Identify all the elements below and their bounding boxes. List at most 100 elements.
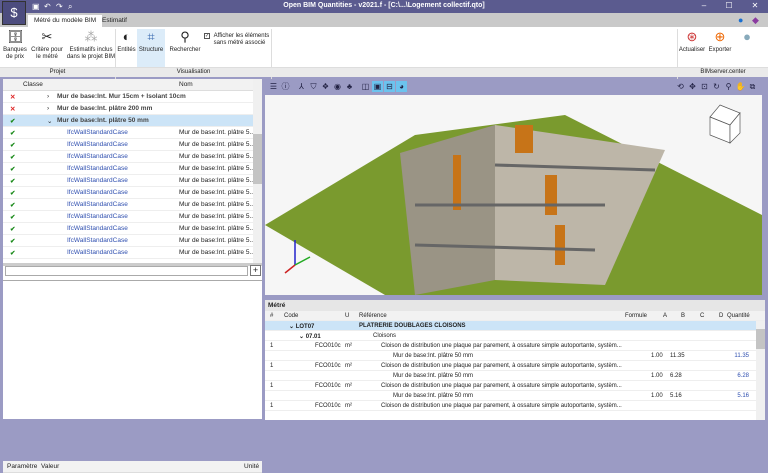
tree-element-row[interactable]: ✔ IfcWallStandardCase Mur de base:Int. plâ…	[3, 211, 262, 223]
metre-header: # Code U Référence Formule A B C D Quant…	[265, 311, 765, 321]
actualiser-button[interactable]: ⊛ Actualiser	[678, 29, 706, 54]
col-unite[interactable]: Unité	[244, 463, 259, 470]
estimatifs-inclus-button[interactable]: ⁂ Estimatifs inclus dans le projet BIM	[66, 29, 116, 61]
tree-element-row[interactable]: ✔ IfcWallStandardCase Mur de base:Int. plâ…	[3, 247, 262, 259]
lot-row[interactable]: ⌄ LOT07 PLATRERIE DOUBLAGES CLOISONS	[265, 321, 765, 331]
help-book-icon[interactable]: ◆	[752, 15, 759, 26]
entites-button[interactable]: ◐ Entités	[117, 29, 136, 54]
tree-scrollbar[interactable]	[253, 79, 262, 263]
element-class: IfcWallStandardCase	[67, 225, 128, 232]
element-name: Mur de base:Int. plâtre 5...	[179, 153, 255, 160]
tree-element-row[interactable]: ✔ IfcWallStandardCase Mur de base:Int. plâ…	[3, 175, 262, 187]
banques-de-prix-button[interactable]: 🗄 Banques de prix	[2, 29, 28, 61]
check-icon: ✔	[10, 142, 16, 149]
close-button[interactable]: ✕	[748, 1, 762, 12]
3d-viewport[interactable]	[265, 95, 762, 295]
building-model	[265, 104, 762, 295]
col-code: Code	[284, 312, 299, 319]
item-row[interactable]: 1 FCO010c m² Cloison de distribution une pl…	[265, 381, 765, 391]
tree-element-row[interactable]: ✔ IfcWallStandardCase Mur de base:Int. plâ…	[3, 151, 262, 163]
item-reference: Cloison de distribution une plaque par p…	[381, 342, 622, 349]
show-elements-checkbox[interactable]: ✓ Afficher les éléments sans métré assoc…	[204, 33, 269, 47]
col-nom[interactable]: Nom	[179, 81, 193, 88]
eye-icon[interactable]: ◉	[332, 81, 343, 92]
measurement-row[interactable]: Mur de base:Int. plâtre 50 mm 1.00 11.35 11…	[265, 351, 765, 361]
tab-estimatif[interactable]: Estimatif	[96, 15, 133, 27]
col-valeur[interactable]: Valeur	[41, 463, 59, 470]
layers-icon[interactable]: ☰	[268, 81, 279, 92]
lot-reference: PLATRERIE DOUBLAGES CLOISONS	[359, 322, 466, 329]
measurement-a: 1.00	[651, 372, 663, 379]
zoom-extents-icon[interactable]: ⟲	[675, 81, 686, 92]
chapter-row[interactable]: ⌄ 07.01 Cloisons	[265, 331, 765, 341]
redo-icon[interactable]: ↷	[56, 2, 63, 11]
tree-element-row[interactable]: ✔ IfcWallStandardCase Mur de base:Int. plâ…	[3, 223, 262, 235]
render-icon[interactable]: ◕	[396, 81, 407, 92]
zoom-window-icon[interactable]: ⊡	[699, 81, 710, 92]
light-icon[interactable]: ♣	[344, 81, 355, 92]
structure-tree-icon: ⌗	[147, 29, 155, 44]
globe-icon[interactable]: ●	[738, 15, 743, 25]
col-parametre[interactable]: Paramètre	[7, 463, 37, 470]
tree-element-row[interactable]: ✔ IfcWallStandardCase Mur de base:Int. plâ…	[3, 139, 262, 151]
undo-icon[interactable]: ↶	[44, 2, 51, 11]
filter-input[interactable]	[5, 266, 248, 276]
shield-icon[interactable]: ⛉	[308, 81, 319, 92]
full-screen-icon[interactable]: ⧉	[747, 81, 758, 92]
zoom-icon[interactable]: ⚲	[723, 81, 734, 92]
metre-scrollbar[interactable]	[756, 321, 765, 420]
check-icon: ✔	[10, 154, 16, 161]
axes-icon[interactable]: ⅄	[296, 81, 307, 92]
tree-element-row[interactable]: ✔ IfcWallStandardCase Mur de base:Int. plâ…	[3, 163, 262, 175]
chevron-down-icon[interactable]: ⌄	[47, 117, 52, 125]
orbit-icon[interactable]: ↻	[711, 81, 722, 92]
cubes-icon[interactable]: ❖	[320, 81, 331, 92]
divider	[3, 280, 262, 281]
app-logo-icon[interactable]: $	[2, 1, 26, 25]
structure-button[interactable]: ⌗ Structure	[137, 29, 165, 67]
tree-element-row[interactable]: ✔ IfcWallStandardCase Mur de base:Int. plâ…	[3, 127, 262, 139]
tree-header: Classe Nom	[3, 79, 262, 91]
measurement-b: 11.35	[670, 352, 685, 359]
measurement-quantite: 6.28	[737, 372, 749, 379]
search-icon[interactable]: ⌕	[68, 2, 72, 12]
measurement-row[interactable]: Mur de base:Int. plâtre 50 mm 1.00 6.28 6.2…	[265, 371, 765, 381]
checkbox-icon[interactable]: ✓	[204, 33, 210, 39]
tree-element-row[interactable]: ✔ IfcWallStandardCase Mur de base:Int. plâ…	[3, 235, 262, 247]
exporter-button[interactable]: ⊕ Exporter	[707, 29, 733, 54]
group-visualisation-label: Visualisation	[176, 69, 211, 75]
pan-all-icon[interactable]: ✥	[687, 81, 698, 92]
minimize-button[interactable]: –	[697, 1, 711, 12]
add-button[interactable]: +	[250, 265, 261, 276]
tree-element-row[interactable]: ✔ IfcWallStandardCase Mur de base:Int. plâ…	[3, 199, 262, 211]
hierarchy-icon: ⁂	[84, 29, 98, 44]
user-account-button[interactable]: ●	[737, 29, 757, 47]
save-icon[interactable]: ▣	[32, 2, 40, 11]
item-row[interactable]: 1 FCO010c m² Cloison de distribution une pl…	[265, 361, 765, 371]
measurement-a: 1.00	[651, 392, 663, 399]
item-row[interactable]: 1 FCO010c m² Cloison de distribution une pl…	[265, 341, 765, 351]
tree-group-row[interactable]: ✕ › Mur de base:Int. Mur 15cm + Isolant 10…	[3, 91, 262, 103]
plan-icon[interactable]: ⊟	[384, 81, 395, 92]
tree-element-row[interactable]: ✔ IfcWallStandardCase Mur de base:Int. plâ…	[3, 187, 262, 199]
database-icon: 🗄	[7, 29, 24, 44]
check-icon: ✔	[10, 250, 16, 257]
col-classe[interactable]: Classe	[23, 81, 43, 88]
hand-icon[interactable]: ✋	[735, 81, 746, 92]
info-icon[interactable]: ⓘ	[280, 81, 291, 92]
tree-group-row[interactable]: ✕ › Mur de base:Int. plâtre 200 mm	[3, 103, 262, 115]
critere-metre-button[interactable]: ✂ Critère pour le métré	[29, 29, 65, 61]
chevron-right-icon[interactable]: ›	[47, 105, 49, 112]
item-row[interactable]: 1 FCO010c m² Cloison de distribution une pl…	[265, 401, 765, 411]
chevron-right-icon[interactable]: ›	[47, 93, 49, 100]
tree-group-row[interactable]: ✔ ⌄ Mur de base:Int. plâtre 50 mm	[3, 115, 262, 127]
check-icon: ✔	[10, 178, 16, 185]
rechercher-button[interactable]: ⚲ Rechercher	[168, 29, 202, 54]
tab-metre-modele-bim[interactable]: Métré du modèle BIM	[28, 15, 103, 27]
item-unit: m²	[345, 342, 352, 349]
measurement-row[interactable]: Mur de base:Int. plâtre 50 mm 1.00 5.16 5.1…	[265, 391, 765, 401]
item-num: 1	[270, 362, 274, 369]
wireframe-icon[interactable]: ▣	[372, 81, 383, 92]
section-icon[interactable]: ◫	[360, 81, 371, 92]
maximize-button[interactable]: ☐	[722, 1, 736, 12]
